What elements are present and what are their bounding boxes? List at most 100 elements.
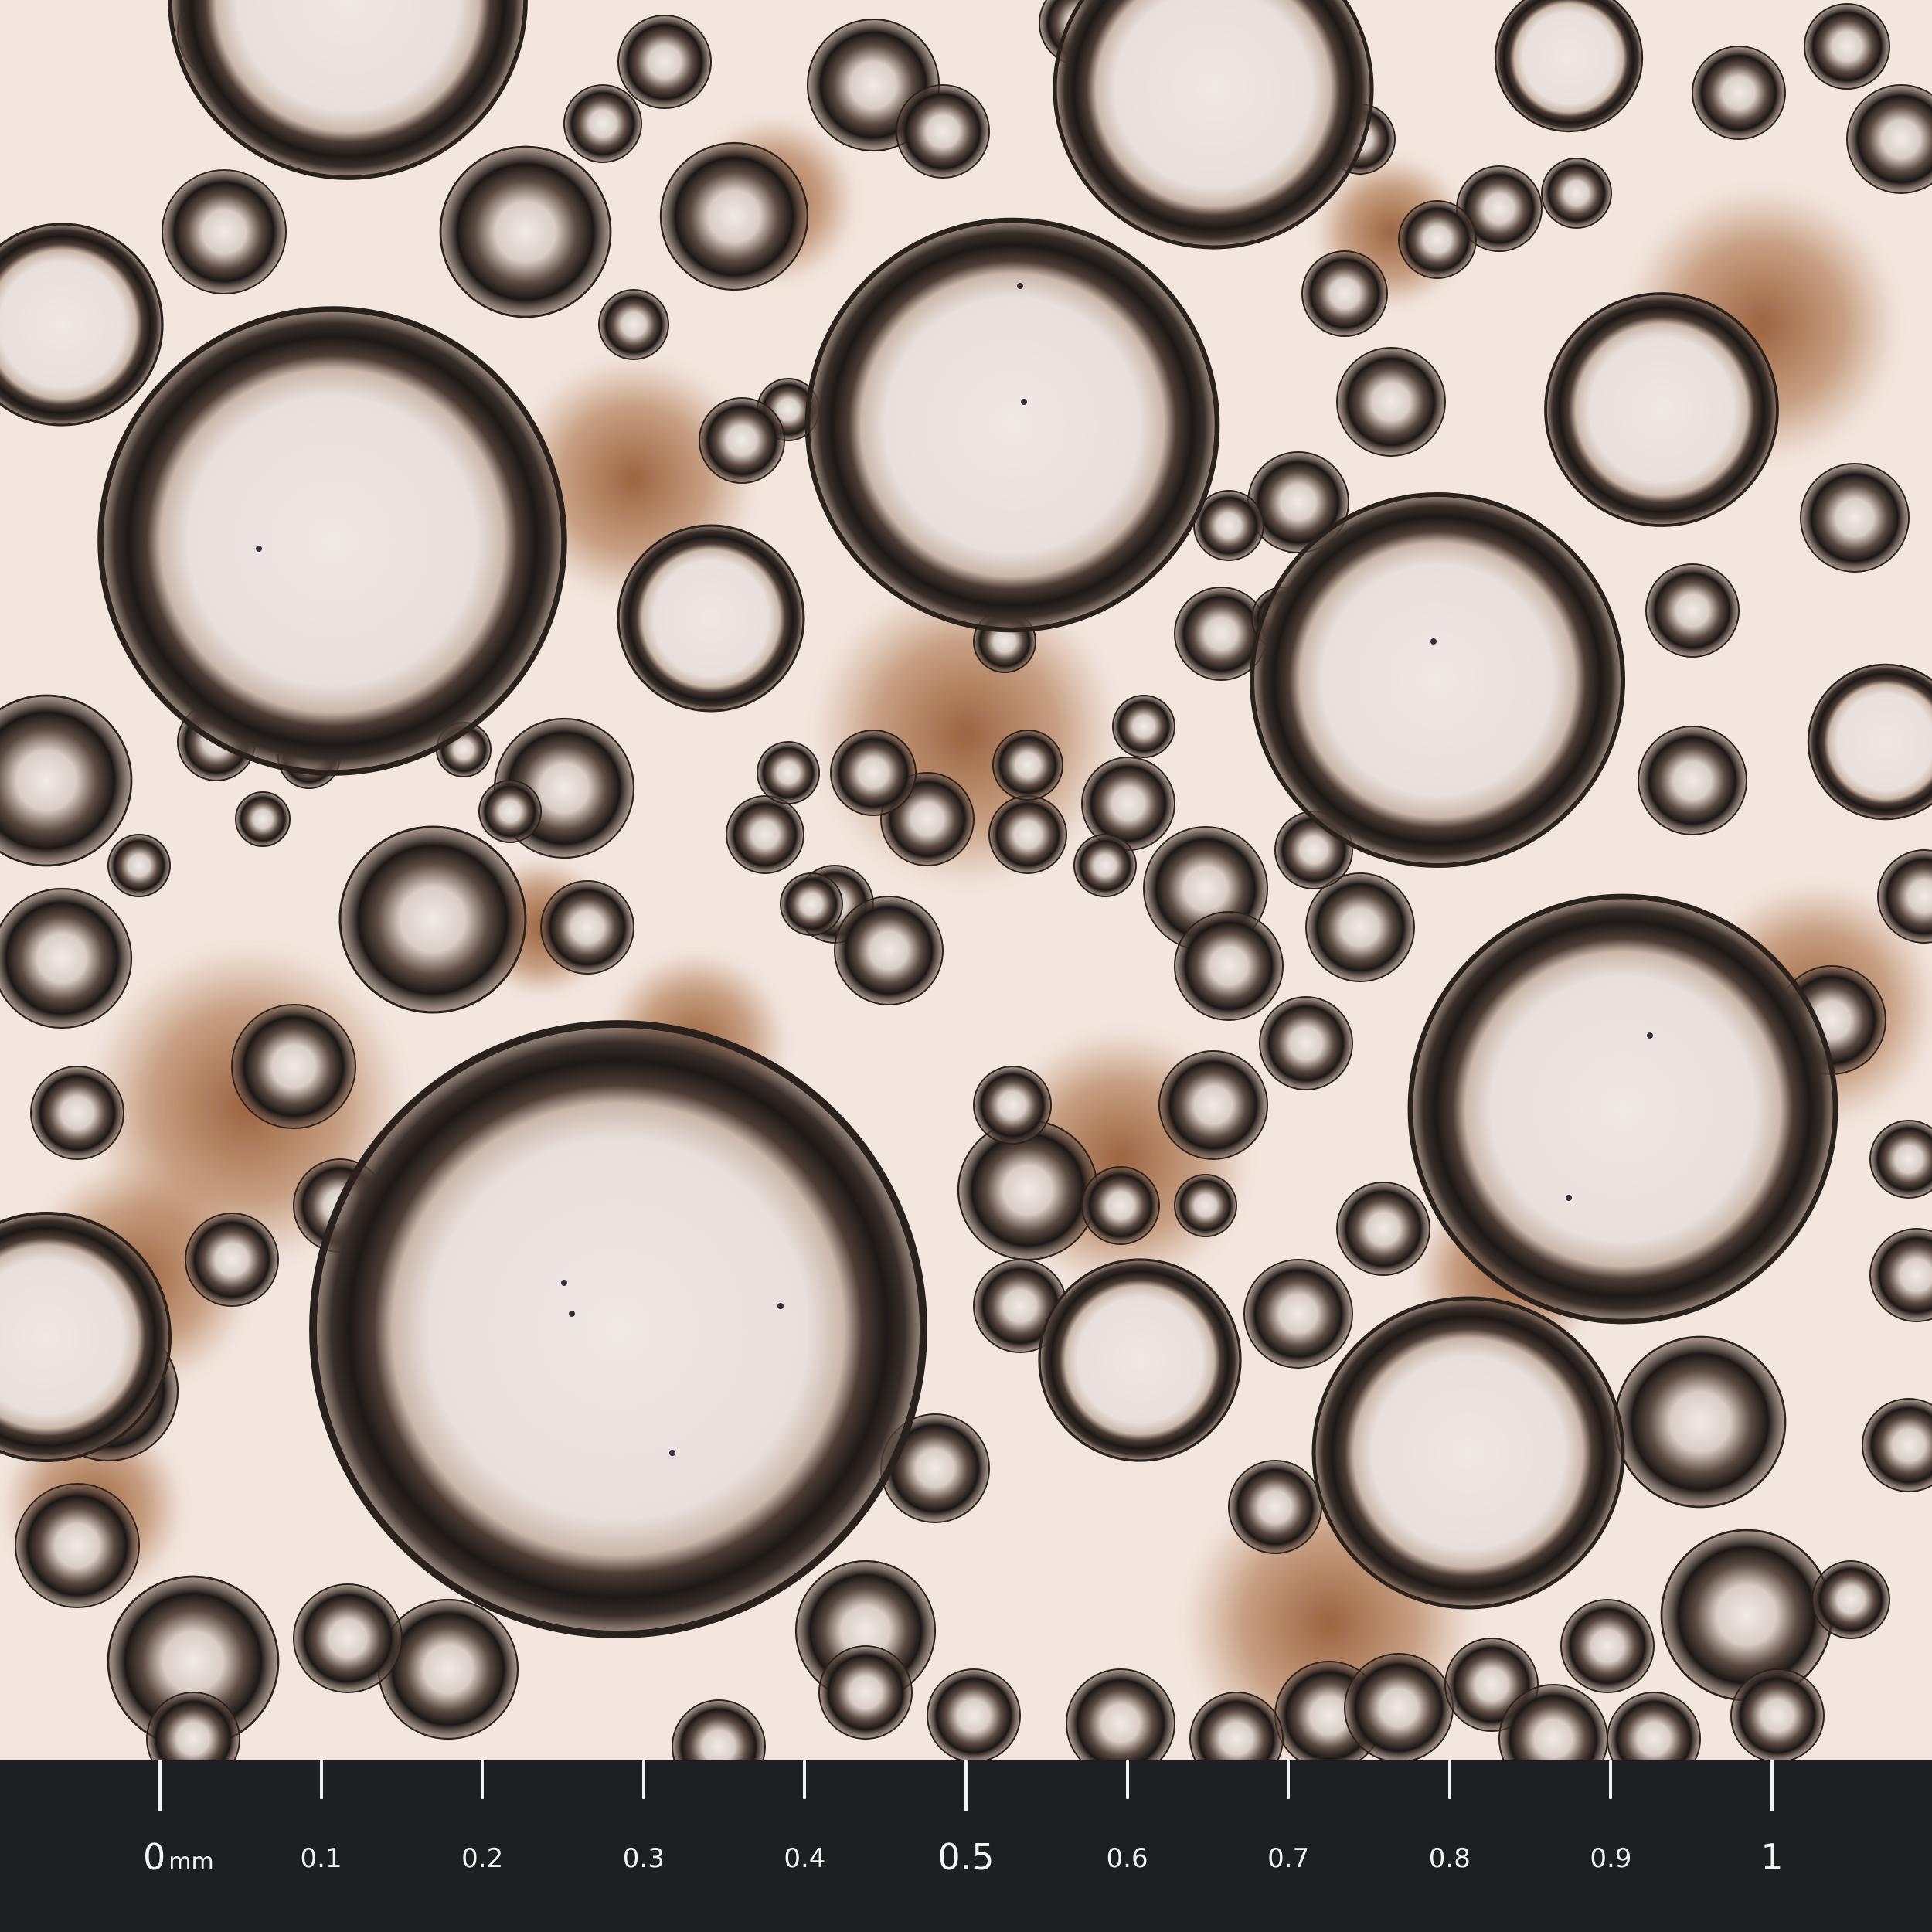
small-bubble bbox=[0, 887, 133, 1029]
speck bbox=[1021, 399, 1027, 405]
small-bubble bbox=[757, 741, 820, 804]
scale-tick bbox=[319, 1760, 323, 1799]
scale-label: 0 mm bbox=[143, 1839, 214, 1875]
scale-label-value: 0.6 bbox=[1106, 1843, 1148, 1874]
small-bubble bbox=[30, 1066, 124, 1160]
small-bubble bbox=[973, 1066, 1052, 1145]
small-bubble bbox=[1660, 1529, 1833, 1702]
small-bubble bbox=[1344, 1653, 1454, 1760]
scale-label: 1 bbox=[1760, 1839, 1783, 1875]
scale-unit: mm bbox=[168, 1849, 214, 1876]
speck bbox=[1017, 283, 1023, 289]
small-bubble bbox=[1174, 1174, 1237, 1237]
scale-label: 0.6 bbox=[1107, 1845, 1148, 1872]
scale-tick bbox=[1125, 1760, 1129, 1799]
large-bubble bbox=[617, 524, 805, 713]
large-bubble bbox=[309, 1020, 927, 1638]
scale-tick bbox=[964, 1760, 968, 1811]
bubble-field bbox=[0, 0, 1932, 1760]
small-bubble bbox=[1228, 1460, 1322, 1554]
scale-label-value: 0.3 bbox=[622, 1843, 665, 1874]
large-bubble bbox=[1311, 1296, 1625, 1610]
small-bubble bbox=[1811, 1560, 1890, 1639]
small-bubble bbox=[1336, 1182, 1430, 1276]
small-bubble bbox=[1541, 158, 1612, 229]
small-bubble bbox=[1174, 911, 1284, 1021]
large-bubble bbox=[97, 306, 567, 776]
scale-tick bbox=[1287, 1760, 1291, 1799]
scale-tick bbox=[1447, 1760, 1451, 1799]
small-bubble bbox=[162, 169, 287, 294]
large-bubble bbox=[1038, 1258, 1242, 1462]
small-bubble bbox=[927, 1668, 1021, 1760]
scale-label-value: 0.1 bbox=[300, 1843, 342, 1874]
small-bubble bbox=[1305, 872, 1415, 982]
scale-label: 0.9 bbox=[1590, 1845, 1631, 1872]
large-bubble bbox=[1544, 292, 1779, 527]
small-bubble bbox=[1730, 1668, 1825, 1760]
small-bubble bbox=[1301, 250, 1388, 337]
scale-label-value: 0 bbox=[143, 1836, 166, 1878]
scale-tick bbox=[158, 1760, 162, 1811]
small-bubble bbox=[1073, 834, 1137, 897]
small-bubble bbox=[617, 15, 712, 109]
scale-label: 0.3 bbox=[623, 1845, 665, 1872]
small-bubble bbox=[1692, 46, 1786, 140]
scale-label: 0.4 bbox=[784, 1845, 825, 1872]
scale-label-value: 1 bbox=[1760, 1836, 1784, 1878]
small-bubble bbox=[896, 84, 990, 179]
small-bubble bbox=[439, 145, 612, 318]
large-bubble bbox=[1250, 492, 1625, 868]
scale-label-value: 0.2 bbox=[461, 1843, 504, 1874]
small-bubble bbox=[598, 289, 669, 360]
small-bubble bbox=[563, 84, 642, 163]
small-bubble bbox=[830, 730, 917, 816]
small-bubble bbox=[834, 896, 944, 1005]
speck bbox=[1566, 1195, 1572, 1201]
large-bubble bbox=[1407, 893, 1838, 1325]
speck bbox=[561, 1280, 567, 1286]
small-bubble bbox=[1081, 1166, 1160, 1245]
small-bubble bbox=[726, 795, 804, 874]
small-bubble bbox=[1560, 1599, 1655, 1693]
small-bubble bbox=[1243, 1259, 1353, 1369]
large-bubble bbox=[804, 217, 1220, 633]
small-bubble bbox=[15, 1483, 140, 1608]
small-bubble bbox=[988, 795, 1067, 874]
small-bubble bbox=[540, 880, 634, 975]
scale-label: 0.2 bbox=[461, 1845, 503, 1872]
scale-label-value: 0.8 bbox=[1428, 1843, 1471, 1874]
scale-label: 0.1 bbox=[301, 1845, 342, 1872]
small-bubble bbox=[1112, 695, 1175, 758]
scale-bar: 0 mm 0.1 0.2 0.3 0.4 0.5 0.6 0.7 0.8 0.9 1 bbox=[0, 1760, 1932, 1932]
small-bubble bbox=[107, 834, 171, 897]
scale-tick bbox=[1770, 1760, 1774, 1811]
speck bbox=[256, 546, 262, 552]
small-bubble bbox=[1800, 463, 1910, 573]
small-bubble bbox=[1336, 347, 1446, 457]
speck bbox=[1647, 1032, 1653, 1039]
small-bubble bbox=[1398, 200, 1477, 279]
small-bubble bbox=[1614, 1335, 1787, 1509]
small-bubble bbox=[478, 780, 542, 843]
small-bubble bbox=[293, 1583, 403, 1693]
small-bubble bbox=[235, 791, 291, 847]
small-bubble bbox=[1645, 563, 1740, 658]
micrograph-image bbox=[0, 0, 1932, 1760]
scale-label-value: 0.5 bbox=[937, 1836, 995, 1878]
small-bubble bbox=[699, 397, 785, 484]
scale-tick bbox=[481, 1760, 485, 1799]
small-bubble bbox=[1259, 996, 1353, 1090]
small-bubble bbox=[780, 872, 843, 936]
small-bubble bbox=[659, 141, 809, 291]
scale-label: 0.5 bbox=[937, 1839, 994, 1875]
speck bbox=[669, 1450, 675, 1456]
small-bubble bbox=[992, 730, 1063, 801]
small-bubble bbox=[1804, 3, 1890, 90]
small-bubble bbox=[185, 1213, 279, 1307]
small-bubble bbox=[1638, 726, 1747, 835]
small-bubble bbox=[957, 1119, 1099, 1261]
scale-label-value: 0.9 bbox=[1590, 1843, 1632, 1874]
scale-tick bbox=[803, 1760, 807, 1799]
small-bubble bbox=[231, 1004, 356, 1129]
